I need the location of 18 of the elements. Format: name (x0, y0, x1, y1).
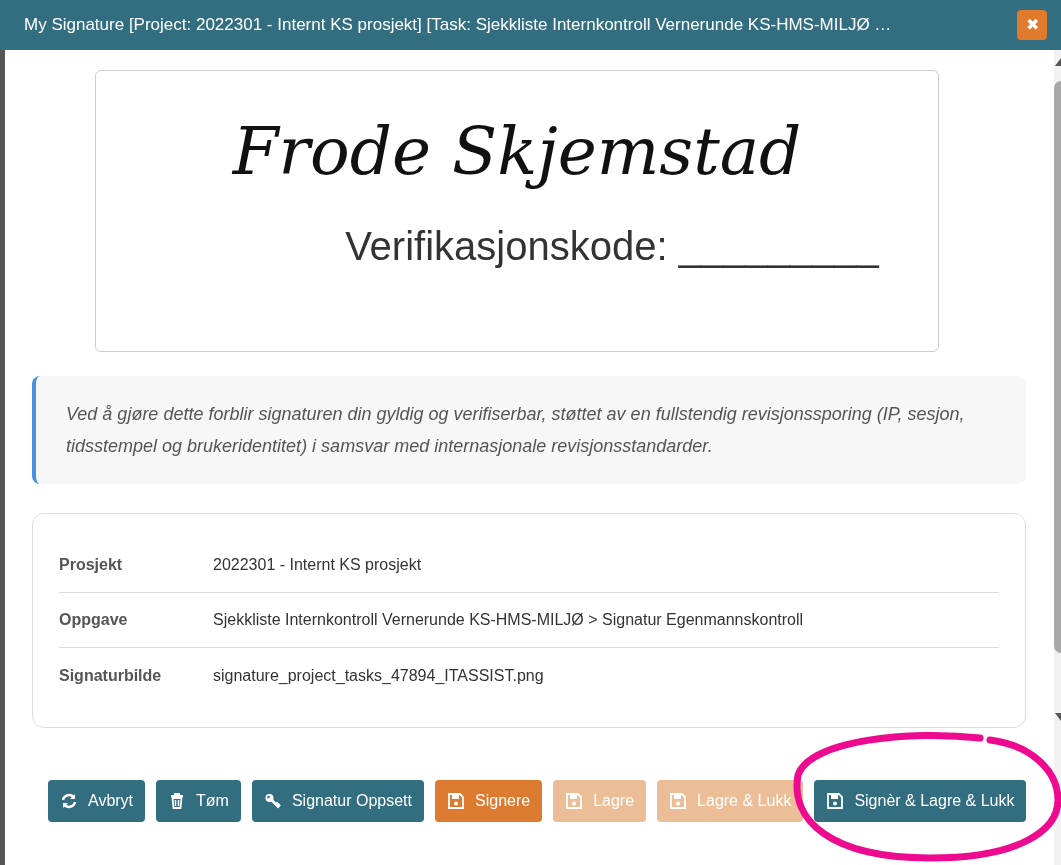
refresh-icon (60, 792, 78, 810)
action-button[interactable]: Signere (435, 780, 543, 822)
action-button[interactable]: Signèr & Lagre & Lukk (814, 780, 1027, 822)
detail-value: Sjekkliste Internkontroll Vernerunde KS-HMS-MILJØ > Signatur Egenmannskontroll (213, 610, 804, 630)
detail-value: signature_project_tasks_47894_ITASSIST.png (213, 665, 544, 686)
close-button[interactable]: ✖ (1017, 10, 1047, 40)
window-title: My Signature [Project: 2022301 - Internt KS prosjekt] [Task: Sjekkliste Internkontroll Vernerunde KS-HMS-MILJØ … (24, 14, 893, 37)
key-icon (263, 792, 282, 810)
detail-label: Prosjekt (59, 555, 124, 575)
detail-value: 2022301 - Internt KS prosjekt (213, 555, 422, 575)
notice-text: Ved å gjøre dette forblir signaturen din gyldig og verifiserbar, støttet av en fullstendig revisjonssporing (IP, sesjon, tidsstempel og brukeridentitet) i samsvar med internasjonale revisjonsstandarder. (66, 403, 966, 458)
action-button[interactable]: Tøm (156, 780, 241, 822)
action-button[interactable]: Signatur Oppsett (251, 780, 424, 822)
signature-name: Frode Skjemstad (232, 112, 802, 192)
verification-label: Verifikasjonskode: _________ (345, 223, 879, 271)
action-button[interactable]: Avbryt (48, 780, 146, 822)
detail-label: Oppgave (59, 610, 129, 630)
detail-label: Signaturbilde (59, 665, 163, 686)
